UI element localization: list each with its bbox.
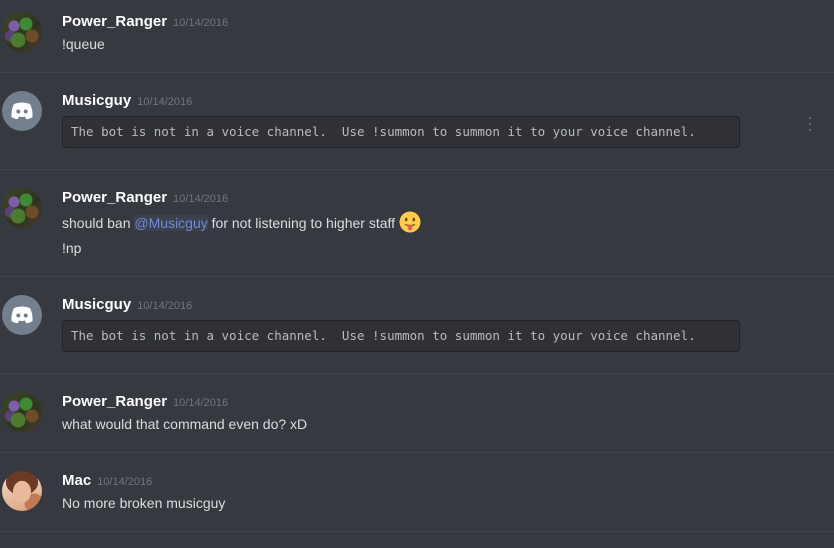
- username[interactable]: Mac 10/14/2016: [62, 472, 152, 489]
- avatar[interactable]: [2, 12, 42, 52]
- message-text: !np: [62, 240, 82, 256]
- username[interactable]: Musicguy 10/14/2016: [62, 92, 192, 109]
- username[interactable]: Power_Ranger 10/14/2016: [62, 393, 228, 410]
- stuck-out-tongue-emoji-icon: [399, 211, 421, 233]
- timestamp: 10/14/2016: [137, 300, 193, 312]
- author-name[interactable]: Power_Ranger: [62, 13, 167, 30]
- username[interactable]: Power_Ranger 10/14/2016: [62, 189, 228, 206]
- message-divider: [0, 452, 834, 453]
- author-name[interactable]: Musicguy: [62, 296, 131, 313]
- more-options-icon[interactable]: [806, 117, 814, 131]
- author-name[interactable]: Power_Ranger: [62, 189, 167, 206]
- timestamp: 10/14/2016: [137, 96, 193, 108]
- message-text: No more broken musicguy: [62, 495, 226, 511]
- discord-logo-icon: [11, 102, 33, 120]
- message-text: !queue: [62, 36, 105, 52]
- message-divider: [0, 531, 834, 532]
- username[interactable]: Musicguy 10/14/2016: [62, 296, 192, 313]
- avatar[interactable]: [2, 295, 42, 335]
- avatar[interactable]: [2, 91, 42, 131]
- timestamp: 10/14/2016: [97, 476, 153, 488]
- avatar[interactable]: [2, 392, 42, 432]
- avatar[interactable]: [2, 188, 42, 228]
- code-block: The bot is not in a voice channel. Use !…: [62, 320, 740, 352]
- chat-messages: Power_Ranger 10/14/2016 !queue Musicguy 10…: [0, 0, 834, 548]
- author-name[interactable]: Mac: [62, 472, 91, 489]
- message-text-part: should ban: [62, 215, 135, 231]
- avatar[interactable]: [2, 471, 42, 511]
- message-text-part: for not listening to higher staff: [207, 215, 396, 231]
- author-name[interactable]: Musicguy: [62, 92, 131, 109]
- username[interactable]: Power_Ranger 10/14/2016: [62, 13, 228, 30]
- timestamp: 10/14/2016: [173, 17, 229, 29]
- user-mention[interactable]: @Musicguy: [134, 215, 208, 231]
- author-name[interactable]: Power_Ranger: [62, 393, 167, 410]
- message-divider: [0, 373, 834, 374]
- message-divider: [0, 276, 834, 277]
- message-divider: [0, 72, 834, 73]
- message-text: what would that command even do? xD: [62, 416, 308, 432]
- timestamp: 10/14/2016: [173, 193, 229, 205]
- message-text: should ban @Musicguy for not listening t…: [62, 211, 421, 233]
- discord-logo-icon: [11, 306, 33, 324]
- code-block: The bot is not in a voice channel. Use !…: [62, 116, 740, 148]
- timestamp: 10/14/2016: [173, 397, 229, 409]
- message-divider: [0, 169, 834, 170]
